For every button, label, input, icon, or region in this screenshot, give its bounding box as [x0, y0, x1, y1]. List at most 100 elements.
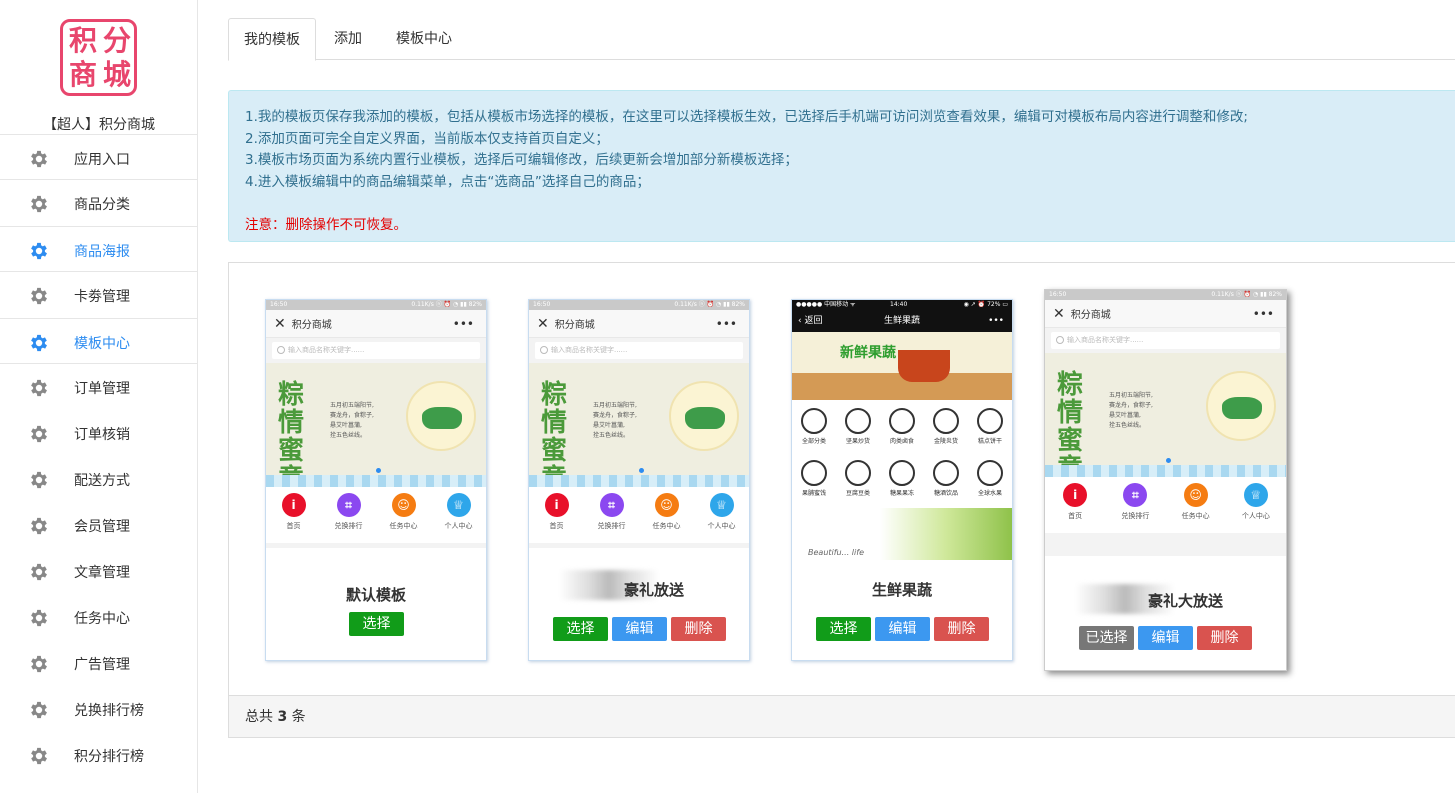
delete-button[interactable]: 删除: [934, 617, 989, 641]
sidebar-item[interactable]: 兑换排行榜: [0, 686, 198, 732]
phone-nav-label: 个人中心: [444, 522, 473, 530]
phone-search-box: 输入商品名称关键字......: [272, 342, 480, 359]
sidebar-item[interactable]: 任务中心: [0, 594, 198, 640]
category-label: 肉类卤食: [889, 438, 914, 445]
tab-my-templates[interactable]: 我的模板: [228, 18, 316, 61]
gear-icon: [31, 747, 47, 765]
banner-title: 新鲜果蔬: [840, 345, 896, 361]
category-icon: [933, 460, 959, 486]
delete-button[interactable]: 删除: [671, 617, 726, 641]
sidebar-item-label: 商品分类: [74, 197, 130, 213]
gear-icon: [31, 471, 47, 489]
logo-char: 积: [68, 24, 97, 57]
phone-nav-item: ☺ 任务中心: [379, 493, 429, 531]
wave-decoration: [1045, 465, 1286, 477]
sidebar-item-label: 积分排行榜: [74, 749, 144, 765]
edit-button[interactable]: 编辑: [1138, 626, 1193, 650]
gear-icon: [31, 425, 47, 443]
phone-nav-label: 首页: [286, 522, 301, 530]
select-button[interactable]: 选择: [816, 617, 871, 641]
category-item: 肉类卤食: [880, 408, 924, 445]
tab-add[interactable]: 添加: [324, 18, 372, 60]
sidebar-item-label: 卡劵管理: [74, 289, 130, 305]
edit-button[interactable]: 编辑: [612, 617, 667, 641]
sidebar-item[interactable]: 订单管理: [0, 364, 198, 410]
phone-search-box: 输入商品名称关键字......: [535, 342, 743, 359]
template-preview[interactable]: 16:50 0.11K/s ⓝ ⏰ ◔ ▮▮ 82% ✕ 积分商城 ••• 输入商品名称关…: [266, 300, 486, 548]
sidebar-item[interactable]: 会员管理: [0, 502, 198, 548]
phone-title-bar: ✕ 积分商城 •••: [266, 310, 486, 338]
phone-title: 生鲜果蔬: [883, 316, 920, 326]
template-card-selected: 16:50 0.11K/s ⓝ ⏰ ◔ ▮▮ 82% ✕ 积分商城 ••• 输入商品名称关…: [1044, 289, 1287, 671]
category-item: 坚果炒货: [836, 408, 880, 445]
dragon-boat-banner: 粽情蜜意五月初五端阳节, 赛龙舟，食粽子, 悬艾叶菖蒲, 拴五色丝线。: [1045, 353, 1286, 477]
gear-icon: [31, 195, 47, 213]
sidebar-item[interactable]: 卡劵管理: [0, 272, 198, 318]
sidebar-item[interactable]: 模板中心: [0, 318, 198, 364]
sidebar-item-label: 订单核销: [74, 427, 130, 443]
phone-nav-label: 兑换排行: [334, 522, 363, 530]
task-icon: ☺: [654, 493, 679, 517]
category-item: 豆腐豆类: [836, 460, 880, 497]
sidebar-item[interactable]: 商品分类: [0, 180, 198, 226]
category-item: 糖果果冻: [880, 460, 924, 497]
category-icon: [845, 460, 871, 486]
phone-nav-label: 首页: [549, 522, 564, 530]
edit-button[interactable]: 编辑: [875, 617, 930, 641]
delete-button[interactable]: 删除: [1197, 626, 1252, 650]
template-panel: 16:50 0.11K/s ⓝ ⏰ ◔ ▮▮ 82% ✕ 积分商城 ••• 输入商品名称关…: [228, 262, 1455, 738]
task-icon: ☺: [391, 493, 416, 517]
category-label: 糖酒饮品: [933, 490, 958, 497]
wave-decoration: [266, 475, 486, 487]
bottom-text: Beautifu... life: [808, 548, 864, 557]
carousel-dot: [376, 468, 381, 473]
sidebar-item[interactable]: 广告管理: [0, 640, 198, 686]
sidebar-item-label: 文章管理: [74, 565, 130, 581]
logo-char: 商: [68, 58, 97, 91]
zongzi-image: [406, 381, 476, 451]
phone-nav-label: 任务中心: [1181, 512, 1210, 520]
category-item: 糕点饼干: [968, 408, 1012, 445]
template-preview[interactable]: 16:50 0.11K/s ⓝ ⏰ ◔ ▮▮ 82% ✕ 积分商城 ••• 输入商品名称关…: [1045, 290, 1286, 556]
category-item: 果脯蜜饯: [792, 460, 836, 497]
phone-title: 积分商城: [554, 320, 595, 331]
category-label: 金陵炎货: [933, 438, 958, 445]
phone-search-box: 输入商品名称关键字......: [1051, 332, 1280, 349]
phone-nav: i 首页 ⌗ 兑换排行 ☺ 任务中心 ♕ 个人中心: [266, 487, 486, 543]
tab-template-center[interactable]: 模板中心: [388, 18, 460, 60]
close-icon: ✕: [274, 316, 286, 332]
phone-nav-item: ⌗ 兑换排行: [1110, 483, 1160, 521]
sidebar-item[interactable]: 商品海报: [0, 226, 198, 272]
dragon-boat-banner: 粽情蜜意五月初五端阳节, 赛龙舟，食粽子, 悬艾叶菖蒲, 拴五色丝线。: [529, 363, 749, 487]
select-button[interactable]: 选择: [553, 617, 608, 641]
close-icon: ✕: [1053, 306, 1065, 322]
phone-nav-label: 个人中心: [707, 522, 736, 530]
selected-button[interactable]: 已选择: [1079, 626, 1134, 650]
sidebar-item-label: 任务中心: [74, 611, 130, 627]
gear-icon: [31, 150, 47, 168]
sidebar-item[interactable]: 应用入口: [0, 134, 198, 180]
scan-icon: ⌗: [336, 493, 361, 517]
phone-status-bar: 16:50 0.11K/s ⓝ ⏰ ◔ ▮▮ 82%: [529, 300, 749, 310]
total-count: 3: [277, 709, 288, 725]
info-icon: i: [544, 493, 569, 517]
sidebar-item-label: 兑换排行榜: [74, 703, 144, 719]
crown-icon: ♕: [1243, 483, 1268, 507]
sidebar-item[interactable]: 文章管理: [0, 548, 198, 594]
category-icon: [889, 408, 915, 434]
gear-icon: [31, 563, 47, 581]
phone-nav-item: i 首页: [1050, 483, 1100, 521]
sidebar-item[interactable]: 订单核销: [0, 410, 198, 456]
template-preview[interactable]: ●●●●● 中国移动 ᯤ 14:40 ◉ ↗ ⏰ 72% ▭ ‹ 返回 生鲜果蔬…: [792, 300, 1012, 560]
category-grid: 全部分类 坚果炒货 肉类卤食 金陵炎货 糕点饼干 果脯蜜饯 豆腐豆类 糖果果冻 糖酒饮品 全球水果: [792, 400, 1012, 508]
phone-nav-item: ♕ 个人中心: [697, 493, 747, 531]
gear-icon: [31, 242, 47, 260]
banner-poem: 五月初五端阳节, 赛龙舟，食粽子, 悬艾叶菖蒲, 拴五色丝线。: [593, 402, 637, 439]
phone-title-bar: ‹ 返回 生鲜果蔬 •••: [792, 310, 1012, 332]
scan-icon: ⌗: [599, 493, 624, 517]
sidebar-item[interactable]: 积分排行榜: [0, 732, 198, 778]
sidebar-item[interactable]: 配送方式: [0, 456, 198, 502]
select-button[interactable]: 选择: [349, 612, 404, 636]
template-preview[interactable]: 16:50 0.11K/s ⓝ ⏰ ◔ ▮▮ 82% ✕ 积分商城 ••• 输入商品名称关…: [529, 300, 749, 548]
phone-nav-item: ☺ 任务中心: [1171, 483, 1221, 521]
